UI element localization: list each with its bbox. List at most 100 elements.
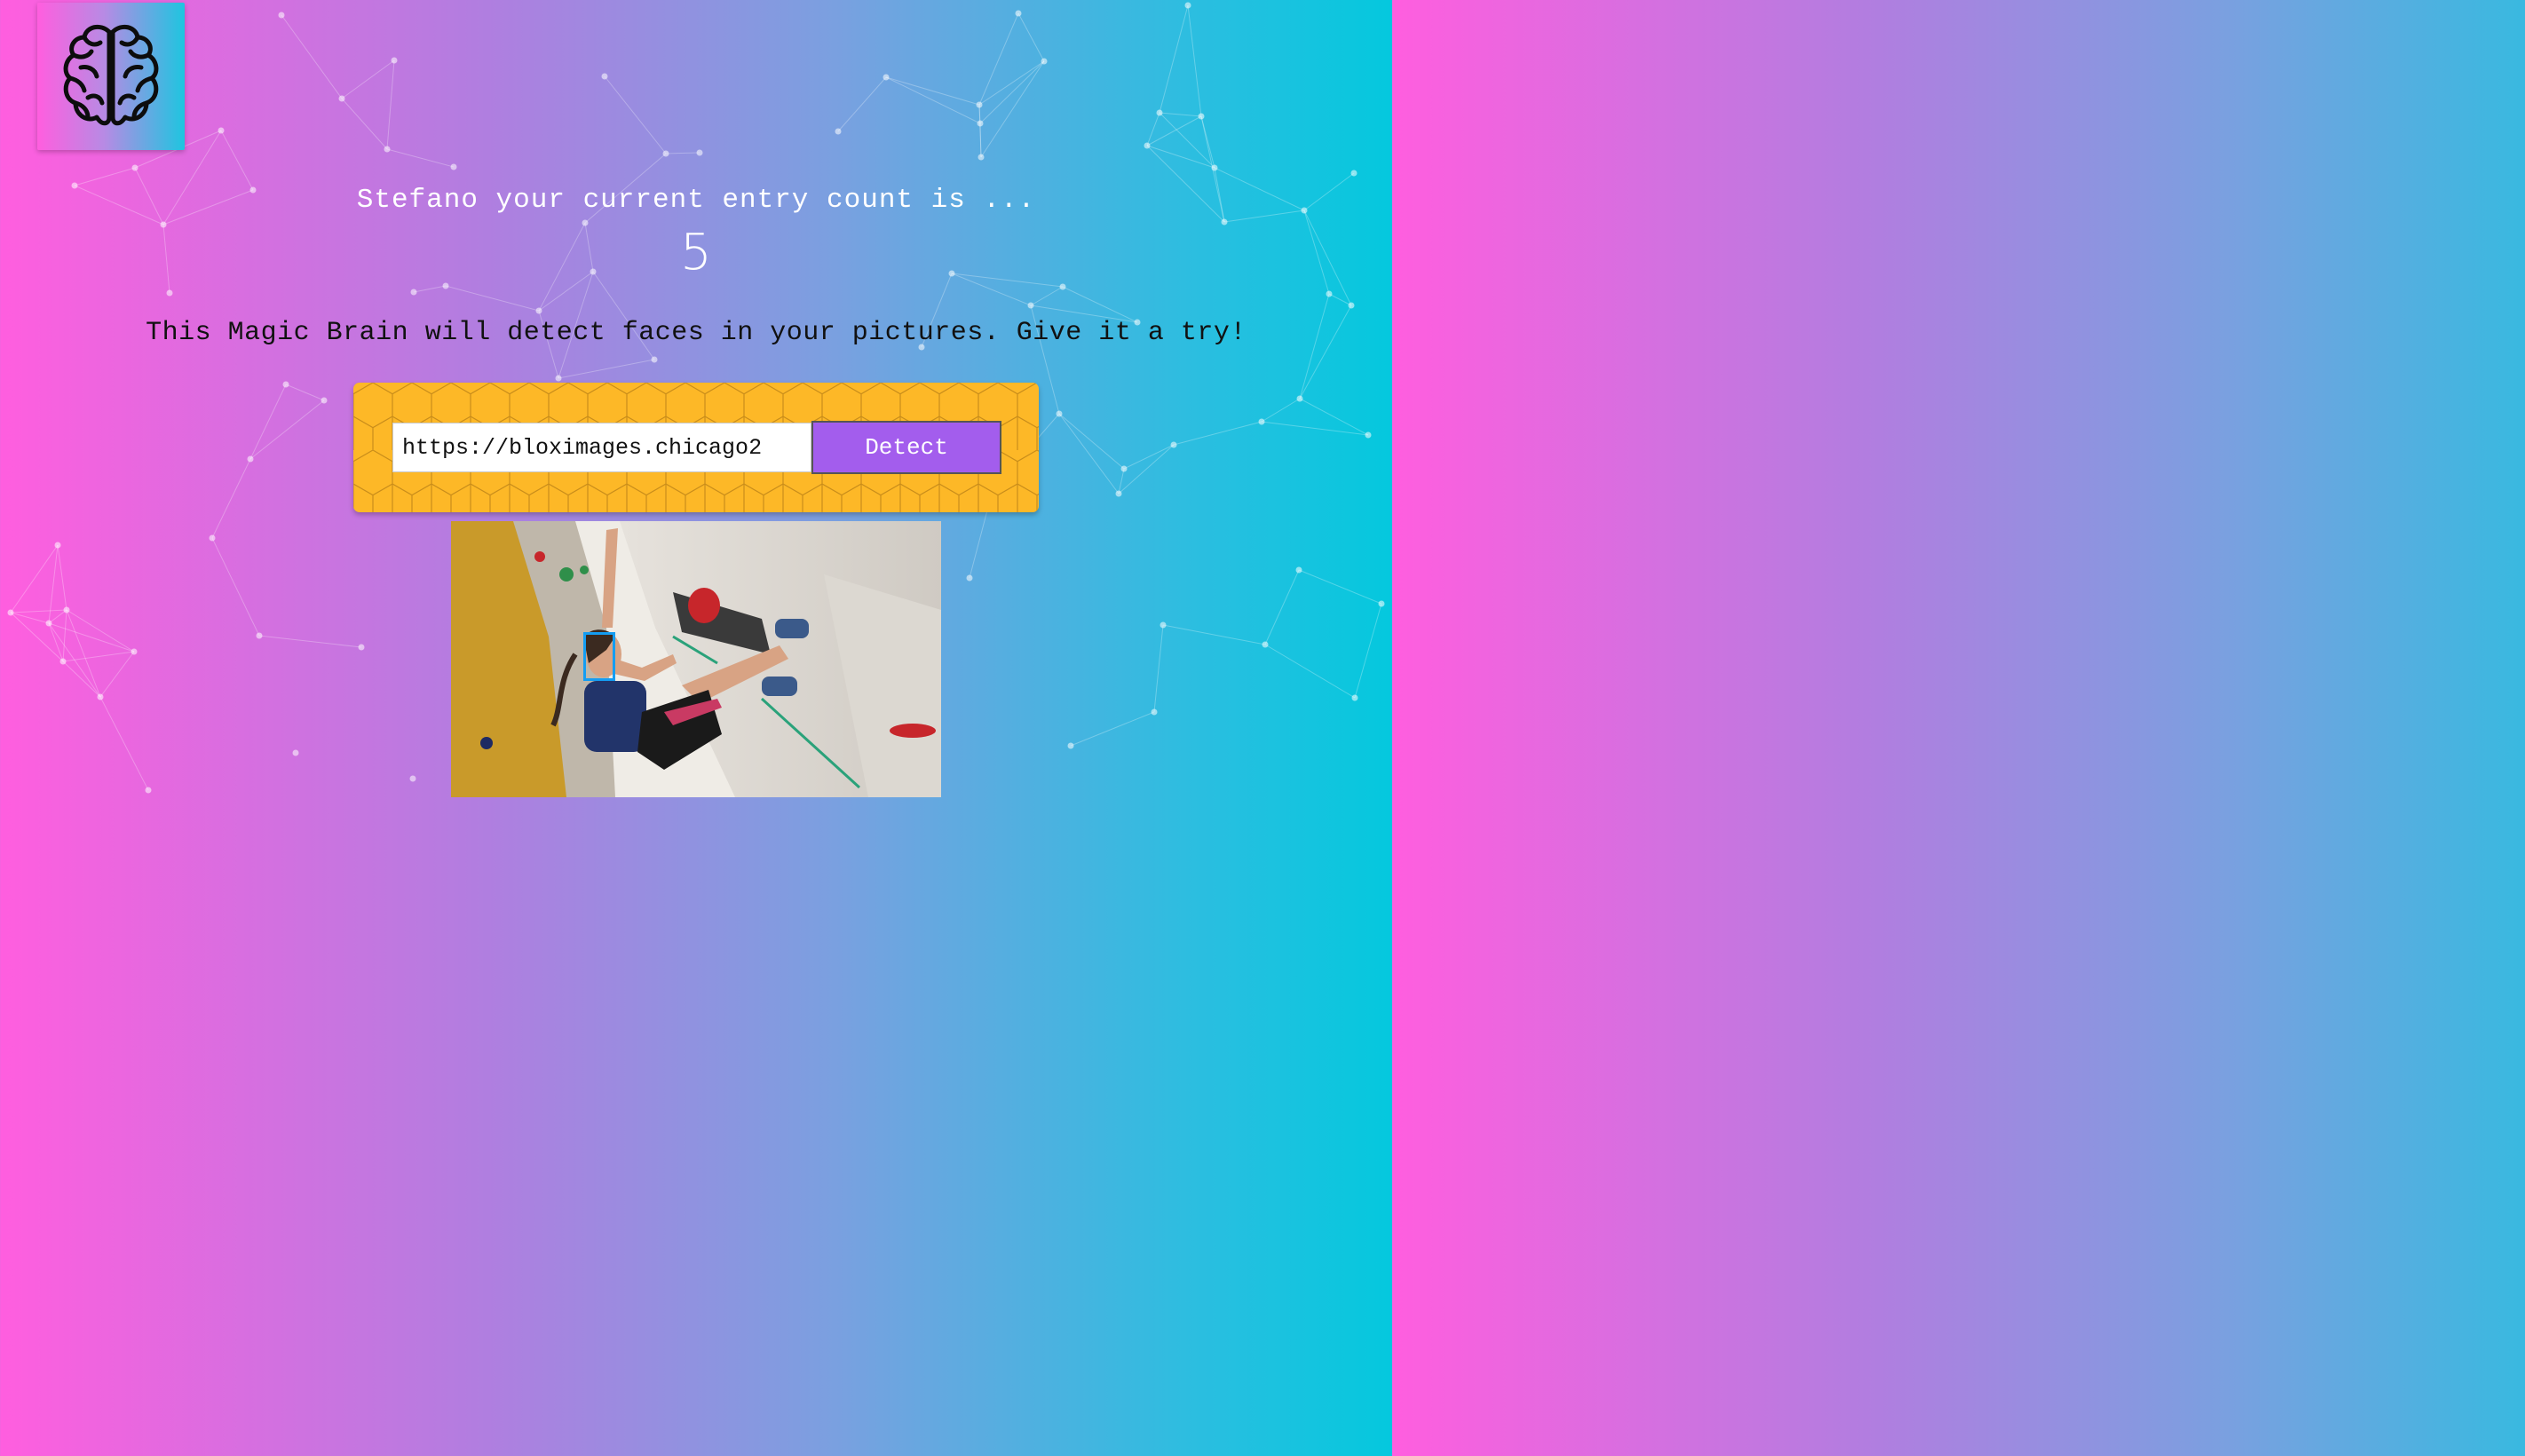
- particle-dot: [966, 574, 973, 582]
- particle-link: [62, 651, 135, 662]
- particle-link: [980, 60, 1045, 158]
- particle-link: [1058, 413, 1125, 470]
- particle-dot: [1258, 418, 1265, 425]
- particle-dot: [442, 282, 449, 289]
- particle-dot: [601, 73, 608, 80]
- particle-dot: [1059, 283, 1066, 290]
- particle-dot: [1156, 109, 1163, 116]
- particle-link: [604, 75, 667, 154]
- particle-link: [413, 285, 447, 293]
- particle-link: [1017, 12, 1045, 62]
- particle-dot: [1151, 708, 1158, 716]
- particle-link: [62, 661, 101, 698]
- particle-dot: [256, 632, 263, 639]
- particle-link: [1123, 444, 1175, 470]
- particle-dot: [1351, 694, 1358, 701]
- particle-dot: [651, 356, 658, 363]
- particle-link: [48, 544, 59, 624]
- result-image: [451, 521, 941, 797]
- particle-dot: [1015, 10, 1022, 17]
- particle-link: [445, 285, 540, 312]
- particle-dot: [835, 128, 842, 135]
- particle-dot: [1295, 566, 1302, 574]
- particle-link: [1146, 115, 1202, 146]
- logo: [37, 3, 185, 150]
- particle-link: [66, 609, 101, 698]
- particle-link: [386, 148, 455, 168]
- particle-dot: [1211, 164, 1218, 171]
- particle-dot: [321, 397, 328, 404]
- particle-link: [62, 609, 67, 662]
- particle-dot: [410, 289, 417, 296]
- entry-count-value: 5: [680, 224, 712, 281]
- particle-link: [1173, 421, 1262, 446]
- particle-dot: [1056, 410, 1063, 417]
- particle-link: [1261, 421, 1369, 436]
- particle-link: [1030, 286, 1064, 306]
- particle-link: [1264, 644, 1356, 699]
- particle-link: [211, 537, 260, 637]
- particle-dot: [1041, 58, 1048, 65]
- particle-dot: [7, 609, 14, 616]
- particle-link: [74, 167, 136, 186]
- particle-dot: [209, 534, 216, 542]
- particle-link: [249, 384, 287, 460]
- particle-dot: [1184, 2, 1191, 9]
- particle-dot: [391, 57, 398, 64]
- particle-dot: [1027, 302, 1034, 309]
- particle-dot: [1144, 142, 1151, 149]
- tagline: This Magic Brain will detect faces in yo…: [146, 318, 1247, 348]
- particle-link: [558, 359, 655, 379]
- particle-link: [885, 76, 980, 106]
- particle-link: [978, 12, 1019, 106]
- particle-link: [1153, 624, 1164, 713]
- entry-count-label: Stefano your current entry count is ...: [356, 185, 1036, 216]
- particle-link: [258, 635, 362, 648]
- particle-link: [979, 60, 1045, 124]
- particle-link: [66, 609, 135, 653]
- particle-link: [1298, 569, 1382, 605]
- particle-dot: [166, 289, 173, 297]
- particle-link: [1070, 711, 1155, 747]
- brain-icon: [63, 24, 159, 126]
- particle-link: [48, 622, 64, 662]
- particle-link: [386, 59, 395, 150]
- particle-dot: [358, 644, 365, 651]
- particle-link: [837, 76, 887, 132]
- particle-link: [1162, 624, 1266, 645]
- particle-dot: [131, 164, 139, 171]
- particle-dot: [131, 648, 138, 655]
- particle-dot: [409, 775, 416, 782]
- particle-dot: [1170, 441, 1177, 448]
- particle-dot: [1120, 465, 1128, 472]
- particle-link: [341, 59, 395, 99]
- particle-dot: [218, 127, 225, 134]
- particle-link: [99, 651, 135, 698]
- particle-link: [10, 544, 59, 613]
- particle-link: [285, 384, 325, 401]
- particle-link: [1062, 286, 1138, 323]
- particle-dot: [1262, 641, 1269, 648]
- particle-link: [1159, 4, 1189, 114]
- particle-dot: [292, 749, 299, 756]
- particle-link: [1159, 112, 1202, 117]
- particle-link: [10, 609, 67, 613]
- particle-link: [1187, 4, 1202, 117]
- particle-link: [48, 622, 135, 653]
- particle-link: [281, 14, 343, 99]
- particle-dot: [696, 149, 703, 156]
- particle-dot: [1296, 395, 1303, 402]
- image-url-input[interactable]: [392, 423, 811, 472]
- particle-dot: [45, 620, 52, 627]
- particle-link: [48, 609, 67, 624]
- detect-button[interactable]: Detect: [811, 421, 1001, 474]
- particle-dot: [145, 787, 152, 794]
- particle-dot: [1067, 742, 1074, 749]
- particle-link: [1146, 112, 1160, 146]
- particle-dot: [54, 542, 61, 549]
- particle-link: [979, 123, 982, 158]
- particle-dot: [883, 74, 890, 81]
- particle-link: [665, 152, 701, 154]
- particle-link: [1299, 398, 1369, 436]
- particle-dot: [978, 154, 985, 161]
